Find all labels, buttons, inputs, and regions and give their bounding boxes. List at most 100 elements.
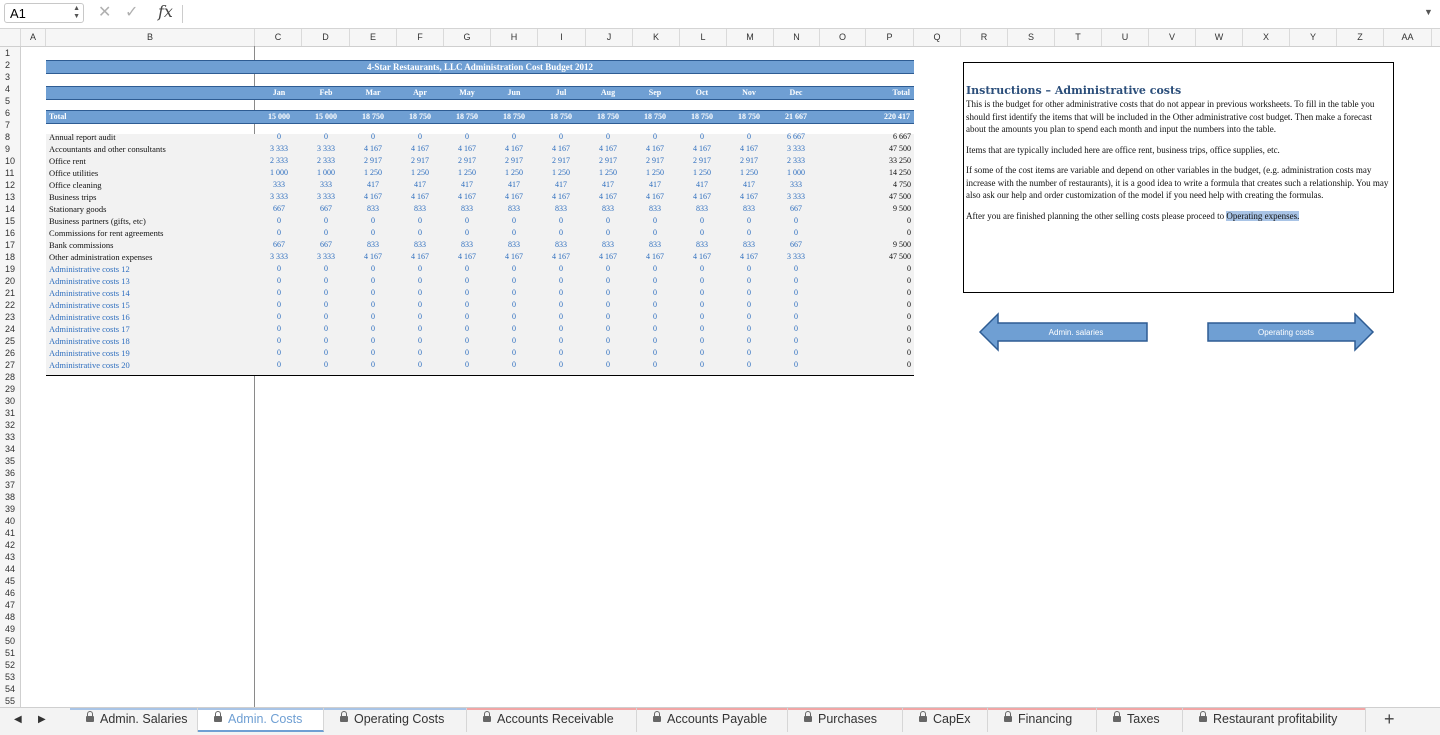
row-header[interactable]: 13 (0, 191, 20, 203)
row-header[interactable]: 10 (0, 155, 20, 167)
row-header[interactable]: 5 (0, 95, 20, 107)
add-sheet-button[interactable]: + (1384, 709, 1395, 730)
row-header[interactable]: 17 (0, 239, 20, 251)
budget-cell[interactable]: 0 (586, 299, 630, 311)
row-header[interactable]: 12 (0, 179, 20, 191)
budget-cell[interactable]: 0 (257, 359, 301, 371)
budget-cell[interactable]: 0 (774, 347, 818, 359)
budget-cell[interactable]: 0 (774, 359, 818, 371)
budget-cell[interactable]: 0 (257, 311, 301, 323)
budget-cell[interactable]: 0 (492, 335, 536, 347)
budget-cell[interactable]: 0 (304, 287, 348, 299)
budget-cell[interactable]: 0 (727, 311, 771, 323)
budget-cell[interactable]: 0 (398, 311, 442, 323)
budget-cell[interactable]: 4 167 (586, 251, 630, 263)
budget-cell[interactable]: 4 167 (539, 143, 583, 155)
budget-cell[interactable]: 0 (351, 131, 395, 143)
budget-cell[interactable]: 2 333 (257, 155, 301, 167)
budget-cell[interactable]: 0 (445, 131, 489, 143)
budget-cell[interactable]: 667 (304, 239, 348, 251)
row-header[interactable]: 31 (0, 407, 20, 419)
budget-cell[interactable]: 0 (633, 347, 677, 359)
budget-cell[interactable]: 4 167 (680, 191, 724, 203)
budget-cell[interactable]: 0 (492, 275, 536, 287)
budget-cell[interactable]: 0 (445, 359, 489, 371)
budget-cell[interactable]: 0 (727, 227, 771, 239)
budget-cell[interactable]: 0 (539, 323, 583, 335)
row-header[interactable]: 54 (0, 683, 20, 695)
budget-cell[interactable]: 417 (492, 179, 536, 191)
cancel-icon[interactable]: ✕ (98, 3, 111, 23)
budget-cell[interactable]: 1 000 (304, 167, 348, 179)
budget-cell[interactable]: 0 (539, 299, 583, 311)
sheet-tab[interactable]: Accounts Receivable (467, 708, 637, 732)
budget-cell[interactable]: 3 333 (774, 191, 818, 203)
budget-cell[interactable]: 1 250 (586, 167, 630, 179)
row-header[interactable]: 41 (0, 527, 20, 539)
budget-cell[interactable]: 1 250 (727, 167, 771, 179)
column-header[interactable]: H (491, 29, 538, 46)
budget-cell[interactable]: 0 (539, 335, 583, 347)
row-header[interactable]: 15 (0, 215, 20, 227)
budget-cell[interactable]: 0 (304, 215, 348, 227)
budget-cell[interactable]: 0 (586, 359, 630, 371)
budget-cell[interactable]: 4 167 (586, 143, 630, 155)
budget-cell[interactable]: 0 (398, 227, 442, 239)
cost-item-label[interactable]: Office utilities (49, 167, 98, 179)
budget-cell[interactable]: 0 (727, 299, 771, 311)
row-header[interactable]: 45 (0, 575, 20, 587)
budget-cell[interactable]: 0 (633, 263, 677, 275)
budget-cell[interactable]: 3 333 (257, 251, 301, 263)
column-header[interactable]: D (302, 29, 350, 46)
budget-cell[interactable]: 0 (727, 359, 771, 371)
row-header[interactable]: 28 (0, 371, 20, 383)
budget-cell[interactable]: 0 (774, 311, 818, 323)
budget-cell[interactable]: 1 000 (257, 167, 301, 179)
budget-cell[interactable]: 0 (304, 323, 348, 335)
cost-item-label[interactable]: Accountants and other consultants (49, 143, 166, 155)
row-header[interactable]: 2 (0, 59, 20, 71)
cost-item-label[interactable]: Annual report audit (49, 131, 116, 143)
row-header[interactable]: 34 (0, 443, 20, 455)
column-header[interactable]: A (21, 29, 46, 46)
row-header[interactable]: 39 (0, 503, 20, 515)
select-all-corner[interactable] (0, 29, 21, 46)
budget-cell[interactable]: 0 (351, 287, 395, 299)
operating-expenses-link[interactable]: Operating expenses. (1226, 210, 1300, 221)
budget-cell[interactable]: 0 (727, 335, 771, 347)
row-header[interactable]: 36 (0, 467, 20, 479)
budget-cell[interactable]: 0 (304, 299, 348, 311)
name-box[interactable]: A1 ▲ ▼ (4, 3, 84, 23)
budget-cell[interactable]: 0 (398, 287, 442, 299)
budget-cell[interactable]: 2 333 (304, 155, 348, 167)
column-header[interactable]: R (961, 29, 1008, 46)
budget-cell[interactable]: 833 (539, 203, 583, 215)
budget-cell[interactable]: 0 (774, 215, 818, 227)
budget-cell[interactable]: 2 917 (492, 155, 536, 167)
cost-item-label[interactable]: Commissions for rent agreements (49, 227, 164, 239)
budget-cell[interactable]: 0 (774, 335, 818, 347)
budget-cell[interactable]: 0 (539, 227, 583, 239)
budget-cell[interactable]: 0 (633, 215, 677, 227)
budget-cell[interactable]: 0 (680, 215, 724, 227)
budget-cell[interactable]: 3 333 (774, 143, 818, 155)
budget-cell[interactable]: 0 (351, 227, 395, 239)
budget-cell[interactable]: 0 (257, 335, 301, 347)
cost-item-label[interactable]: Administrative costs 16 (49, 311, 130, 323)
budget-cell[interactable]: 0 (539, 311, 583, 323)
row-header[interactable]: 52 (0, 659, 20, 671)
cost-item-label[interactable]: Business trips (49, 191, 96, 203)
budget-cell[interactable]: 0 (398, 347, 442, 359)
budget-cell[interactable]: 0 (774, 287, 818, 299)
column-header[interactable]: X (1243, 29, 1290, 46)
column-header[interactable]: C (255, 29, 302, 46)
budget-cell[interactable]: 4 167 (492, 191, 536, 203)
row-header[interactable]: 21 (0, 287, 20, 299)
budget-cell[interactable]: 0 (586, 263, 630, 275)
budget-cell[interactable]: 0 (586, 215, 630, 227)
budget-cell[interactable]: 0 (304, 311, 348, 323)
budget-cell[interactable]: 0 (539, 215, 583, 227)
cost-item-label[interactable]: Administrative costs 13 (49, 275, 130, 287)
formula-input[interactable] (190, 5, 1410, 23)
budget-cell[interactable]: 0 (492, 287, 536, 299)
